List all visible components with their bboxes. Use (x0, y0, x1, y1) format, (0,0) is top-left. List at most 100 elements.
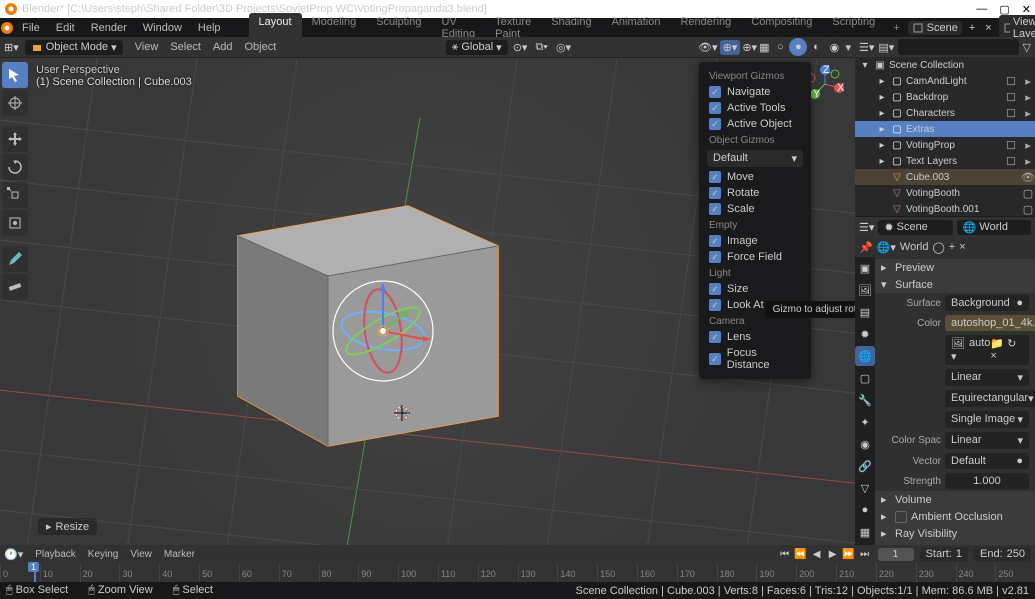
tl-menu-marker[interactable]: Marker (158, 549, 201, 560)
mode-dropdown[interactable]: Object Mode▾ (25, 40, 123, 55)
shading-options[interactable]: ▾ (845, 41, 851, 54)
colorspace[interactable]: Linear▾ (945, 432, 1029, 449)
tab-viewlayer[interactable]: ▤ (855, 302, 875, 322)
cube-object[interactable] (218, 176, 518, 456)
object-gizmo-orient[interactable]: Default▾ (707, 150, 803, 167)
opt-active-tools[interactable]: ✓Active Tools (699, 100, 811, 116)
panel-surface[interactable]: ▾Surface (875, 276, 1035, 293)
panel-ao[interactable]: ▸Ambient Occlusion (875, 508, 1035, 525)
outliner-item[interactable]: ▸▢Extras (855, 121, 1035, 137)
viewport-3d[interactable]: ⊞▾ Object Mode▾ ViewSelectAddObject ⚹Glo… (0, 37, 855, 545)
pivot-dropdown[interactable]: ⊙▾ (510, 41, 531, 54)
surface-type[interactable]: Background● (945, 295, 1029, 311)
opt-forcefield[interactable]: ✓Force Field (699, 249, 811, 265)
tl-menu-view[interactable]: View (124, 549, 158, 560)
vp-menu-select[interactable]: Select (164, 41, 207, 53)
select-box-tool[interactable] (2, 62, 28, 88)
xray-toggle[interactable]: ▦ (759, 41, 769, 54)
menu-file[interactable]: File (14, 20, 48, 36)
opt-scale[interactable]: ✓Scale (699, 201, 811, 217)
outliner-item[interactable]: ▽VotingBooth▢ (855, 185, 1035, 201)
current-frame[interactable]: 1 (878, 548, 914, 561)
opt-move[interactable]: ✓Move (699, 169, 811, 185)
opt-focus[interactable]: ✓Focus Distance (699, 345, 811, 373)
panel-rayvis[interactable]: ▸Ray Visibility (875, 525, 1035, 542)
panel-settings[interactable]: ▸Settings (875, 542, 1035, 545)
single-image[interactable]: Single Image▾ (945, 411, 1029, 428)
tab-texture[interactable]: ▦ (855, 522, 875, 542)
jump-end[interactable]: ⏭ (858, 549, 872, 560)
tab-data[interactable]: ▽ (855, 478, 875, 498)
strength[interactable]: 1.000 (945, 473, 1029, 489)
move-tool[interactable] (2, 126, 28, 152)
tab-physics[interactable]: ◉ (855, 434, 875, 454)
editor-type-icon[interactable]: ⊞▾ (4, 41, 19, 54)
projection[interactable]: Equirectangular▾ (945, 390, 1035, 407)
menu-help[interactable]: Help (190, 20, 229, 36)
vector[interactable]: Default● (945, 453, 1029, 469)
scene-del[interactable]: × (982, 22, 994, 34)
opt-size[interactable]: ✓Size (699, 281, 811, 297)
tab-output[interactable]: 🖼 (855, 280, 875, 300)
opt-rotate[interactable]: ✓Rotate Gizmo to adjust rotation. (699, 185, 811, 201)
vp-menu-add[interactable]: Add (207, 41, 239, 53)
outliner-type-icon[interactable]: ☰▾ (859, 41, 874, 54)
view-object-types[interactable]: 👁▾ (698, 41, 718, 54)
interp[interactable]: Linear▾ (945, 369, 1029, 386)
transform-tool[interactable] (2, 210, 28, 236)
vp-menu-object[interactable]: Object (238, 41, 282, 53)
last-op-panel[interactable]: ▸Resize (38, 518, 97, 535)
outliner-item[interactable]: ▽VotingBooth.001▢ (855, 201, 1035, 216)
color-image[interactable]: autoshop_01_4k.hdr● (945, 315, 1035, 331)
axis-gizmo[interactable]: X Y Z (805, 64, 845, 104)
outliner-root[interactable]: ▾▣Scene Collection (855, 57, 1035, 73)
props-type-icon[interactable]: ☰▾ (859, 221, 874, 234)
image-browse[interactable]: 🖼▾auto📁 ↻ × (945, 335, 1029, 365)
end-frame[interactable]: End:250 (974, 547, 1031, 561)
opt-lens[interactable]: ✓Lens (699, 329, 811, 345)
play-reverse[interactable]: ◀ (810, 549, 824, 560)
tab-world[interactable]: 🌐 (855, 346, 875, 366)
vp-menu-view[interactable]: View (129, 41, 165, 53)
annotate-tool[interactable] (2, 246, 28, 272)
outliner-item[interactable]: ▸▢Characters☐▸ (855, 105, 1035, 121)
jump-prev-key[interactable]: ⏪ (794, 549, 808, 560)
blender-icon[interactable] (0, 21, 14, 35)
gizmo-toggle[interactable]: ⊕▾ (720, 40, 741, 55)
scene-add[interactable]: + (966, 22, 978, 34)
orientation-dropdown[interactable]: ⚹Global▾ (446, 40, 508, 55)
workspace-add[interactable]: + (885, 22, 907, 34)
scene-selector[interactable]: Scene (908, 21, 962, 35)
start-frame[interactable]: Start:1 (920, 547, 968, 561)
tab-object[interactable]: ▢ (855, 368, 875, 388)
scale-tool[interactable] (2, 182, 28, 208)
timeline-track[interactable]: 0102030405060708090100110120130140150160… (0, 563, 1035, 582)
play[interactable]: ▶ (826, 549, 840, 560)
menu-window[interactable]: Window (135, 20, 190, 36)
outliner-item[interactable]: ▸▢VotingProp☐▸ (855, 137, 1035, 153)
opt-navigate[interactable]: ✓Navigate (699, 84, 811, 100)
jump-start[interactable]: ⏮ (778, 549, 792, 560)
outliner-filter[interactable]: ▽ (1023, 41, 1031, 54)
measure-tool[interactable] (2, 274, 28, 300)
tab-modifiers[interactable]: 🔧 (855, 390, 875, 410)
tab-constraints[interactable]: 🔗 (855, 456, 875, 476)
jump-next-key[interactable]: ⏩ (842, 549, 856, 560)
world-pin[interactable]: 🌐World (957, 220, 1031, 235)
outliner-item[interactable]: ▸▢Text Layers☐▸ (855, 153, 1035, 169)
proportional-toggle[interactable]: ◎▾ (553, 41, 574, 54)
outliner-display-mode[interactable]: ▤▾ (878, 41, 894, 54)
opt-image[interactable]: ✓Image (699, 233, 811, 249)
tab-scene[interactable]: ✹ (855, 324, 875, 344)
rotate-tool[interactable] (2, 154, 28, 180)
outliner-item[interactable]: ▸▢Backdrop☐▸ (855, 89, 1035, 105)
playhead[interactable] (34, 563, 36, 582)
tl-menu-playback[interactable]: Playback (29, 549, 82, 560)
timeline-type-icon[interactable]: 🕐▾ (4, 548, 23, 561)
scene-pin[interactable]: ✹Scene (878, 220, 952, 235)
menu-render[interactable]: Render (83, 20, 135, 36)
tab-particles[interactable]: ✦ (855, 412, 875, 432)
outliner-search[interactable] (898, 39, 1018, 55)
tab-material[interactable]: ● (855, 500, 875, 520)
panel-volume[interactable]: ▸Volume (875, 491, 1035, 508)
